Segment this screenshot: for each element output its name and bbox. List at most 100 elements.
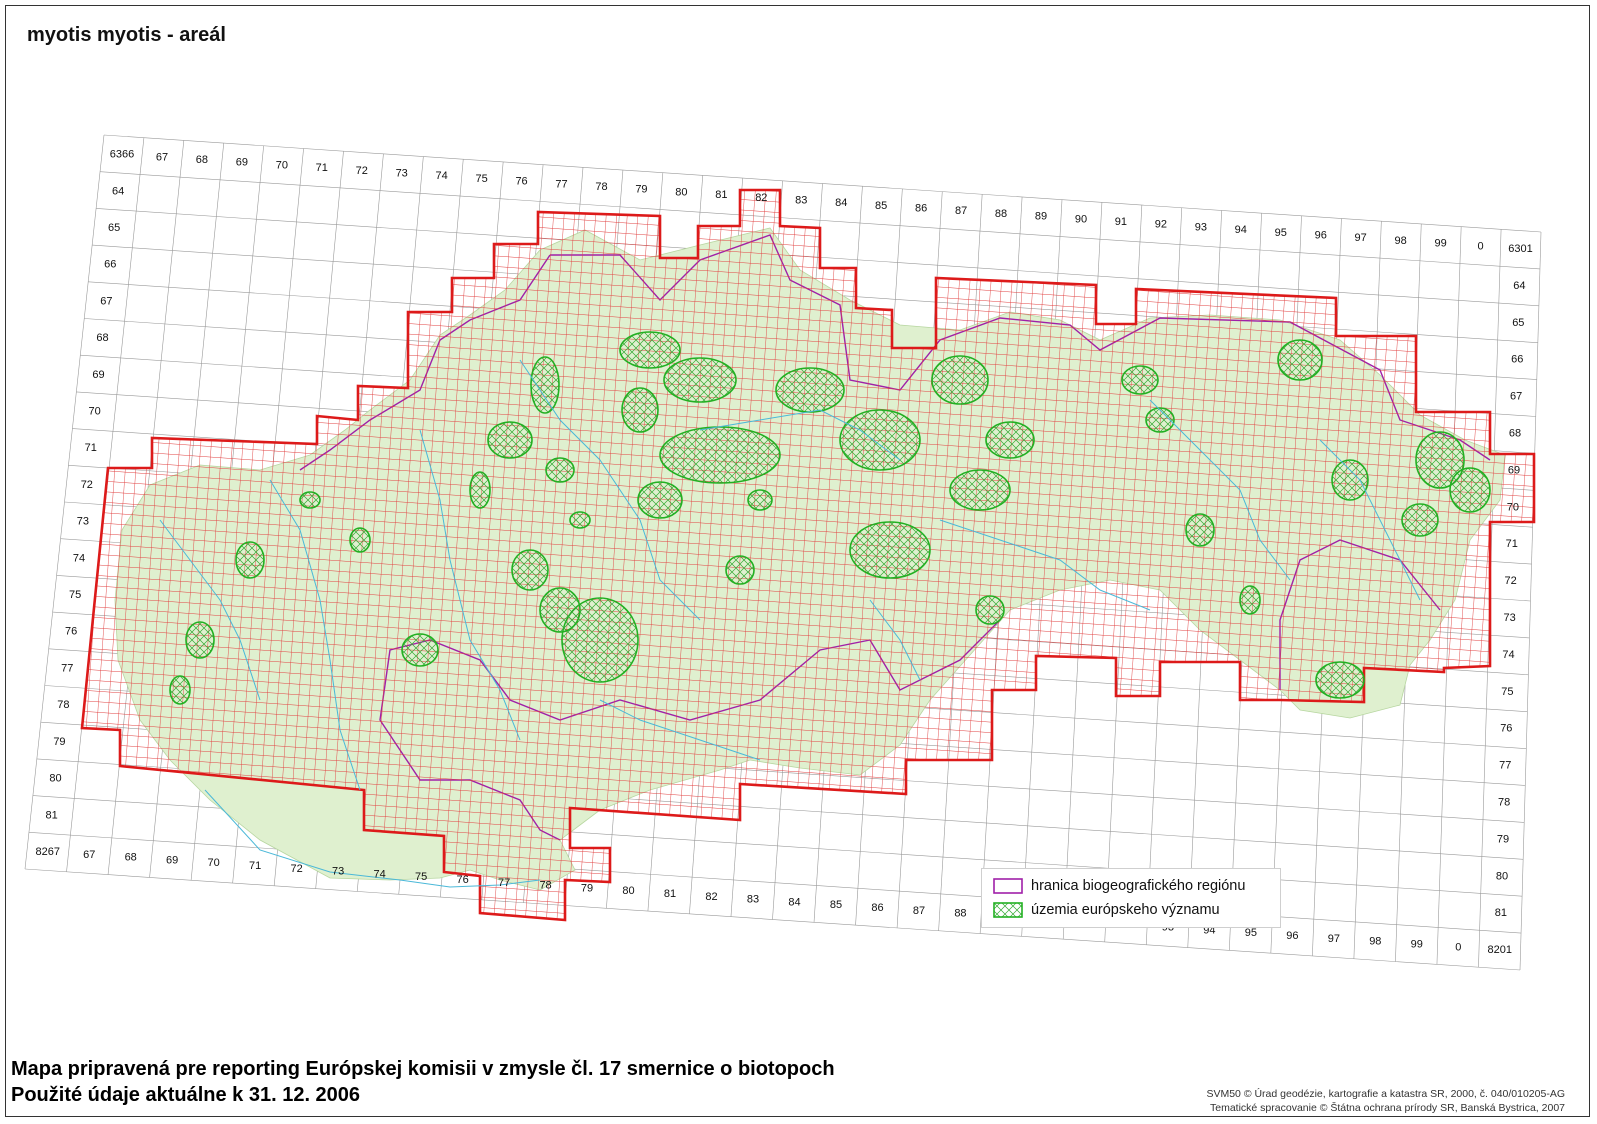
distribution-map: 6366 67 68 69 70 71 72 73 74 75 76 77 78 79 80 81 82 83 84…: [24, 134, 1542, 971]
grid-label-left: 65: [108, 222, 120, 234]
grid-label-right: 72: [1505, 575, 1517, 587]
site-polygon: [619, 331, 681, 369]
grid-label-top: 74: [436, 170, 448, 182]
site-polygon: [1449, 467, 1491, 513]
grid-label-left: 70: [89, 406, 101, 418]
grid-label-left: 81: [46, 809, 58, 821]
grid-label-left: 75: [69, 589, 81, 601]
grid-label-top: 91: [1115, 216, 1127, 228]
grid-label-top: 0: [1477, 240, 1483, 252]
grid-label-top: 84: [835, 197, 847, 209]
grid-label-top: 95: [1275, 227, 1287, 239]
grid-label-top: 81: [715, 189, 727, 201]
grid-label-right: 70: [1507, 501, 1519, 513]
grid-label-top: 80: [675, 186, 687, 198]
grid-label-right: 74: [1502, 649, 1514, 661]
site-polygon: [985, 421, 1035, 459]
site-polygon: [1331, 459, 1369, 501]
grid-label-top: 79: [635, 184, 647, 196]
grid-label-bottom: 71: [249, 860, 261, 872]
grid-label-right: 78: [1498, 796, 1510, 808]
site-polygon: [185, 621, 215, 659]
grid-label-right: 71: [1506, 538, 1518, 550]
grid-label-left: 74: [73, 552, 85, 564]
grid-label-left: 68: [96, 332, 108, 344]
site-polygon: [659, 426, 781, 484]
grid-label-bottom: 0: [1455, 941, 1461, 953]
site-polygon: [949, 469, 1011, 511]
grid-label-bottom: 67: [83, 849, 95, 861]
grid-label-right: 75: [1501, 686, 1513, 698]
grid-label-top: 89: [1035, 211, 1047, 223]
grid-label-bottom: 83: [747, 894, 759, 906]
grid-label-right: 65: [1512, 317, 1524, 329]
grid-label-bottom: 85: [830, 899, 842, 911]
map-legend: hranica biogeografického regiónu územia …: [981, 868, 1281, 928]
site-polygon: [539, 587, 581, 633]
grid-label-bottom: 87: [913, 905, 925, 917]
grid-label-top: 87: [955, 205, 967, 217]
grid-label-left: 77: [61, 662, 73, 674]
grid-label-bottom: 77: [498, 877, 510, 889]
grid-line: [28, 832, 1522, 934]
grid-label-top: 78: [595, 181, 607, 193]
grid-label-top: 90: [1075, 213, 1087, 225]
grid-label-left: 76: [65, 626, 77, 638]
site-polygon: [511, 549, 549, 591]
grid-label-bottom: 86: [871, 902, 883, 914]
grid-label-top: 6366: [110, 149, 134, 161]
grid-label-left: 67: [100, 295, 112, 307]
grid-label-bottom: 80: [622, 885, 634, 897]
site-polygon: [725, 555, 755, 585]
grid-label-top: 69: [236, 157, 248, 169]
grid-label-right: 64: [1513, 280, 1525, 292]
site-polygon: [839, 409, 921, 471]
grid-label-bottom: 99: [1411, 938, 1423, 950]
grid-label-top: 73: [396, 167, 408, 179]
grid-label-left: 80: [49, 773, 61, 785]
grid-label-left: 72: [81, 479, 93, 491]
legend-label: územia európskeho významu: [1031, 902, 1220, 918]
site-polygon: [545, 457, 575, 483]
grid-line: [24, 868, 1521, 971]
site-polygon: [931, 355, 989, 405]
grid-label-top: 70: [276, 159, 288, 171]
grid-label-left: 78: [57, 699, 69, 711]
grid-label-top: 71: [316, 162, 328, 174]
grid-label-bottom: 96: [1286, 930, 1298, 942]
grid-label-bottom: 72: [291, 863, 303, 875]
grid-label-right: 80: [1496, 870, 1508, 882]
grid-label-top: 96: [1315, 230, 1327, 242]
site-polygon: [530, 356, 560, 414]
site-polygon: [849, 521, 931, 579]
grid-label-top: 88: [995, 208, 1007, 220]
grid-label-top: 94: [1235, 224, 1247, 236]
grid-label-bottom: 82: [705, 891, 717, 903]
grid-label-top: 86: [915, 203, 927, 215]
grid-label-left: 79: [53, 736, 65, 748]
grid-label-bottom: 81: [664, 888, 676, 900]
site-polygon: [401, 633, 439, 667]
grid-label-bottom: 98: [1369, 936, 1381, 948]
region-border-swatch-icon: [993, 878, 1023, 894]
site-polygon: [1121, 365, 1159, 395]
grid-label-left: 66: [104, 259, 116, 271]
footer-line-2: Použité údaje aktuálne k 31. 12. 2006: [11, 1084, 361, 1106]
site-polygon: [235, 541, 265, 579]
grid-label-right: 73: [1503, 612, 1515, 624]
grid-label-right: 81: [1495, 907, 1507, 919]
site-polygon: [775, 367, 845, 413]
grid-label-top: 6301: [1508, 243, 1532, 255]
grid-label-bottom: 8267: [35, 846, 59, 858]
grid-label-bottom: 84: [788, 896, 800, 908]
grid-label-bottom: 70: [208, 857, 220, 869]
grid-label-right: 68: [1509, 427, 1521, 439]
grid-label-top: 99: [1434, 238, 1446, 250]
grid-label-top: 98: [1395, 235, 1407, 247]
grid-label-top: 83: [795, 194, 807, 206]
site-polygon: [569, 511, 591, 529]
grid-label-bottom: 79: [581, 882, 593, 894]
grid-label-top: 77: [555, 178, 567, 190]
grid-label-left: 73: [77, 516, 89, 528]
site-polygon: [487, 421, 533, 459]
